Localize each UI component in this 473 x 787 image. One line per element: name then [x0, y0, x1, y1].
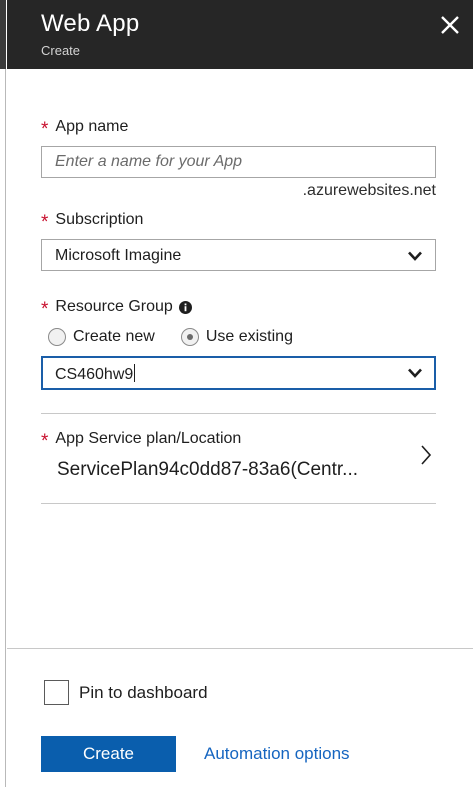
- app-service-plan-row[interactable]: * App Service plan/Location ServicePlan9…: [41, 414, 436, 503]
- resource-group-select[interactable]: CS460hw9: [41, 356, 436, 390]
- resource-group-label-text: Resource Group: [55, 298, 173, 315]
- required-asterisk: *: [41, 212, 49, 233]
- radio-circle-checked: [180, 328, 199, 346]
- radio-create-new[interactable]: Create new: [48, 328, 155, 346]
- radio-use-existing[interactable]: Use existing: [180, 328, 293, 346]
- chevron-down-icon: [407, 366, 423, 380]
- app-name-input[interactable]: [41, 146, 436, 178]
- chevron-down-icon: [407, 249, 423, 263]
- resource-group-value-text: CS460hw9: [55, 366, 134, 383]
- pin-to-dashboard-checkbox[interactable]: Pin to dashboard: [44, 680, 208, 705]
- resource-group-radio-group: Create new Use existing: [48, 328, 319, 346]
- blade-header: Web App Create: [7, 0, 473, 69]
- automation-options-link[interactable]: Automation options: [204, 744, 350, 764]
- app-service-plan-value: ServicePlan94c0dd87-83a6(Centr...: [57, 459, 359, 480]
- close-button[interactable]: [439, 14, 461, 36]
- app-name-label: * App name: [41, 118, 129, 140]
- required-asterisk: *: [41, 299, 49, 320]
- radio-dot: [186, 334, 193, 340]
- required-asterisk: *: [41, 431, 49, 452]
- close-icon: [441, 16, 459, 34]
- subscription-selected-value: Microsoft Imagine: [55, 247, 182, 264]
- app-service-plan-label-text: App Service plan/Location: [55, 430, 242, 447]
- footer-divider: [7, 648, 473, 649]
- blade-title: Web App: [41, 10, 140, 37]
- subscription-label: * Subscription: [41, 211, 144, 233]
- checkbox-box: [44, 680, 69, 705]
- create-button[interactable]: Create: [41, 736, 176, 772]
- app-service-plan-label: * App Service plan/Location: [41, 430, 242, 452]
- pin-to-dashboard-label: Pin to dashboard: [79, 682, 208, 702]
- resource-group-selected-value: CS460hw9: [55, 364, 136, 384]
- divider: [41, 503, 436, 504]
- blade-subtitle: Create: [41, 43, 81, 58]
- background-blade-edge: [0, 0, 6, 787]
- app-name-label-text: App name: [55, 118, 129, 135]
- resource-group-label: * Resource Group: [41, 298, 192, 320]
- chevron-right-icon: [420, 444, 432, 466]
- radio-create-new-label: Create new: [73, 328, 155, 345]
- background-blade-header: [0, 0, 6, 69]
- subscription-select[interactable]: Microsoft Imagine: [41, 239, 436, 271]
- radio-circle: [48, 328, 66, 346]
- radio-use-existing-label: Use existing: [205, 328, 293, 345]
- text-caret: [134, 364, 136, 382]
- required-asterisk: *: [41, 119, 49, 140]
- subscription-label-text: Subscription: [55, 211, 144, 228]
- domain-suffix: .azurewebsites.net: [302, 182, 436, 199]
- info-icon[interactable]: [178, 300, 192, 314]
